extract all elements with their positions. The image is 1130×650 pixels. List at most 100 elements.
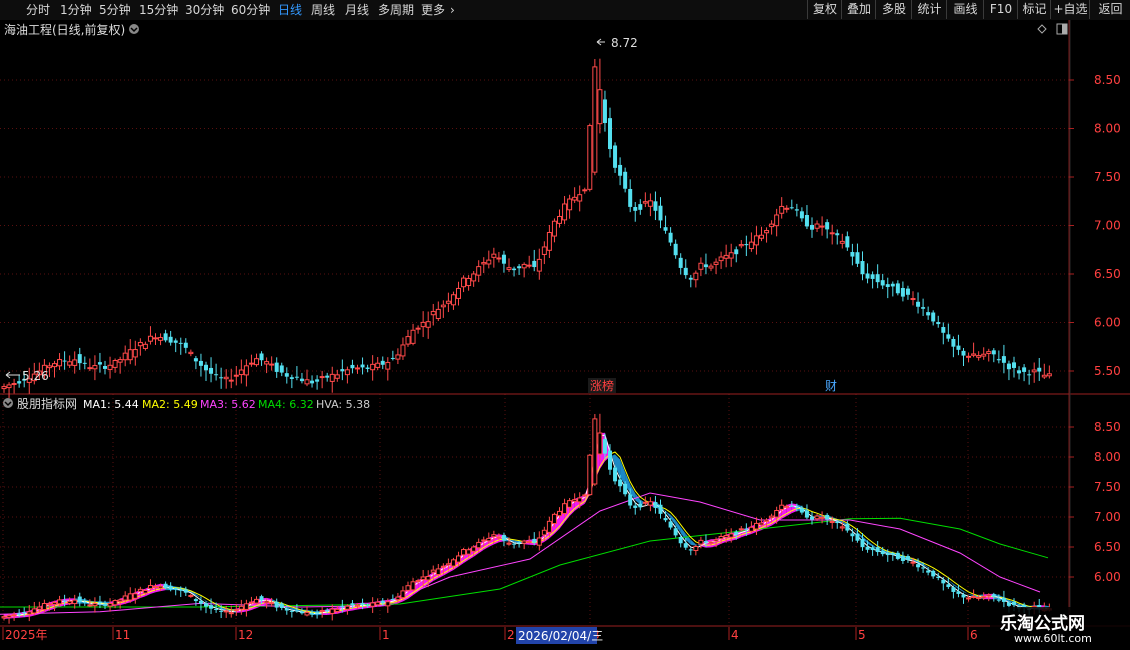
period-tab-0[interactable]: 分时 bbox=[26, 0, 50, 20]
candle-up bbox=[647, 501, 653, 506]
candle-up bbox=[142, 589, 148, 594]
indicator-value: MA1: 5.44 bbox=[83, 398, 139, 411]
candle-down bbox=[946, 334, 951, 339]
toolbar-button-6[interactable]: 标记 bbox=[1017, 0, 1051, 19]
toolbar-button-2[interactable]: 多股 bbox=[875, 0, 912, 19]
candle-up bbox=[450, 294, 456, 306]
marker-finance[interactable]: 财 bbox=[825, 379, 837, 393]
period-tab-2[interactable]: 5分钟 bbox=[99, 0, 131, 20]
candle-down bbox=[703, 541, 708, 543]
candle-up bbox=[370, 602, 376, 607]
candle-up bbox=[1041, 374, 1047, 378]
toolbar-button-0[interactable]: 复权 bbox=[807, 0, 842, 19]
candle-up bbox=[546, 520, 552, 533]
candle-up bbox=[753, 235, 759, 246]
toolbar-button-8[interactable]: 返回 bbox=[1089, 0, 1130, 19]
candle-down bbox=[668, 521, 673, 528]
candle-up bbox=[577, 497, 583, 503]
toolbar-button-5[interactable]: F10 bbox=[983, 0, 1018, 19]
candle-down bbox=[658, 504, 663, 514]
candle-up bbox=[981, 353, 987, 357]
candle-up bbox=[228, 379, 234, 382]
candle-up bbox=[1, 386, 7, 390]
candle-down bbox=[204, 603, 208, 607]
candle-up bbox=[713, 261, 719, 265]
candle-up bbox=[435, 568, 441, 576]
candle-up bbox=[456, 287, 461, 299]
marker-limit-up[interactable]: 涨榜 bbox=[590, 378, 614, 393]
price-tick-label: 7.00 bbox=[1094, 219, 1121, 233]
candle-up bbox=[829, 232, 835, 235]
toolbar: 分时 1分钟 5分钟 15分钟 30分钟 60分钟 日线 周线 月线 多周期 更多 › 复权 叠加 多股 统计… bbox=[0, 0, 1130, 21]
candle-up bbox=[440, 304, 446, 308]
candle-down bbox=[870, 274, 875, 279]
candle-down bbox=[315, 612, 320, 614]
candle-up bbox=[526, 264, 532, 267]
candle-up bbox=[759, 234, 764, 239]
candle-down bbox=[845, 523, 850, 531]
candle-down bbox=[77, 354, 82, 364]
candle-up bbox=[46, 365, 52, 369]
candle-up bbox=[420, 576, 426, 581]
candle-up bbox=[117, 359, 123, 363]
candle-down bbox=[961, 594, 966, 598]
period-tab-1[interactable]: 1分钟 bbox=[60, 0, 92, 20]
candle-down bbox=[744, 244, 749, 246]
period-tab-8[interactable]: 月线 bbox=[345, 0, 369, 20]
date-tick-label: 11 bbox=[115, 628, 130, 642]
candle-up bbox=[910, 561, 916, 564]
toolbar-button-1[interactable]: 叠加 bbox=[841, 0, 876, 19]
candle-up bbox=[461, 277, 467, 288]
toolbar-button-4[interactable]: 画线 bbox=[946, 0, 984, 19]
chart-area: 8.50 8.00 7.50 7.00 6.50 6.00 5.50 8.50 8.00 7.50… bbox=[0, 20, 1130, 650]
period-tab-10[interactable]: 更多 bbox=[421, 0, 445, 20]
period-tab-9[interactable]: 多周期 bbox=[378, 0, 414, 20]
candle-up bbox=[334, 608, 340, 613]
candle-up bbox=[506, 542, 512, 545]
candle-up bbox=[107, 602, 113, 607]
candle-up bbox=[415, 327, 421, 330]
watermark-title: 乐淘公式网 bbox=[1000, 614, 1085, 634]
toolbar-button-7[interactable]: +自选 bbox=[1050, 0, 1090, 19]
period-tab-5[interactable]: 60分钟 bbox=[231, 0, 270, 20]
candle-up bbox=[557, 510, 562, 517]
period-tab-6[interactable]: 日线 bbox=[278, 0, 302, 20]
high-price-label: 8.72 bbox=[611, 36, 638, 50]
candle-down bbox=[996, 599, 1001, 601]
period-tab-7[interactable]: 周线 bbox=[311, 0, 335, 20]
candle-down bbox=[279, 365, 284, 373]
toolbar-button-3[interactable]: 统计 bbox=[911, 0, 947, 19]
candle-up bbox=[92, 603, 98, 607]
candle-down bbox=[360, 603, 365, 605]
more-arrow-icon[interactable]: › bbox=[450, 0, 455, 20]
candle-up bbox=[476, 541, 482, 549]
candle-down bbox=[325, 375, 330, 378]
candle-down bbox=[885, 284, 890, 288]
candle-down bbox=[663, 227, 668, 231]
candle-down bbox=[209, 367, 214, 374]
candle-up bbox=[92, 365, 98, 370]
indicator-chevron-icon[interactable] bbox=[3, 398, 13, 408]
candle-down bbox=[880, 280, 885, 286]
candle-up bbox=[243, 603, 249, 610]
candle-up bbox=[415, 580, 421, 583]
candle-up bbox=[496, 257, 502, 260]
candle-down bbox=[653, 201, 658, 211]
indicator-tick-label: 7.00 bbox=[1094, 510, 1121, 524]
candle-down bbox=[931, 570, 936, 577]
candle-down bbox=[390, 598, 395, 600]
candle-down bbox=[799, 211, 804, 219]
candle-up bbox=[445, 300, 451, 304]
candle-down bbox=[315, 379, 320, 382]
period-tab-3[interactable]: 15分钟 bbox=[139, 0, 178, 20]
candle-up bbox=[385, 361, 391, 370]
candle-up bbox=[440, 565, 446, 568]
chevron-down-icon[interactable] bbox=[129, 24, 139, 34]
candle-up bbox=[233, 374, 239, 377]
candle-up bbox=[425, 321, 431, 328]
candle-down bbox=[17, 381, 22, 384]
candle-down bbox=[905, 288, 910, 295]
candle-up bbox=[264, 361, 270, 365]
candle-down bbox=[794, 506, 799, 508]
period-tab-4[interactable]: 30分钟 bbox=[185, 0, 224, 20]
